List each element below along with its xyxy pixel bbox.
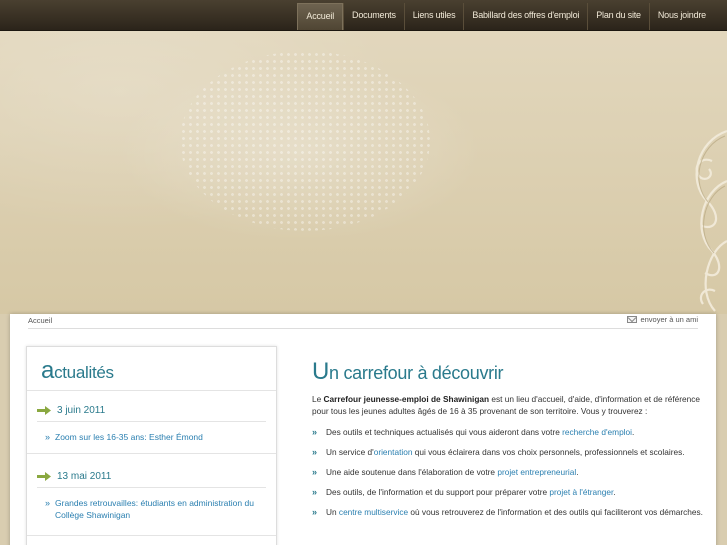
list-item-text: qui vous éclairera dans vos choix person… — [412, 447, 685, 457]
hero-banner — [0, 31, 727, 314]
send-to-friend-label: envoyer à un ami — [640, 315, 698, 324]
list-item: » Un centre multiservice où vous retrouv… — [312, 506, 707, 518]
news-title-initial: a — [41, 357, 55, 384]
bullet-chevron-icon: » — [45, 432, 51, 442]
recherche-emploi-link[interactable]: recherche d'emploi — [562, 427, 632, 437]
main-title-rest: n carrefour à découvrir — [329, 363, 504, 383]
double-chevron-icon: » — [312, 507, 318, 517]
main-title: Un carrefour à découvrir — [312, 358, 504, 386]
nav-item-nous-joindre[interactable]: Nous joindre — [648, 3, 714, 30]
news-link-text: Grandes retrouvailles: étudiants en admi… — [55, 498, 254, 520]
main-title-initial: U — [312, 358, 330, 385]
news-divider — [27, 453, 276, 454]
double-chevron-icon: » — [312, 487, 318, 497]
list-item: » Un service d'orientation qui vous écla… — [312, 446, 707, 458]
nav-item-documents[interactable]: Documents — [343, 3, 404, 30]
news-date: 3 juin 2011 — [37, 405, 105, 416]
list-item-text: Un — [326, 507, 339, 517]
list-item-text: Des outils, de l'information et du suppo… — [326, 487, 550, 497]
nav-item-accueil[interactable]: Accueil — [297, 3, 344, 30]
intro-bold: Carrefour jeunesse-emploi de Shawinigan — [323, 394, 490, 404]
news-divider — [37, 421, 266, 422]
hero-dot-pattern — [180, 51, 430, 231]
news-link-text: Zoom sur les 16-35 ans: Esther Émond — [55, 432, 203, 442]
content-panel: Accueil envoyer à un ami actualités 3 ju… — [10, 314, 716, 545]
projet-entrepreneurial-link[interactable]: projet entrepreneurial — [497, 467, 576, 477]
news-title-rest: ctualités — [54, 363, 114, 382]
green-arrow-icon — [37, 406, 51, 415]
send-to-friend-link[interactable]: envoyer à un ami — [627, 315, 698, 324]
list-item-text: Une aide soutenue dans l'élaboration de … — [326, 467, 498, 477]
list-item-text: Des outils et techniques actualisés qui … — [326, 427, 563, 437]
news-box: actualités 3 juin 2011 » Zoom sur les 16… — [26, 346, 277, 545]
double-chevron-icon: » — [312, 467, 318, 477]
bullet-chevron-icon: » — [45, 498, 51, 508]
nav-item-babillard[interactable]: Babillard des offres d'emploi — [463, 3, 587, 30]
nav-item-plan-du-site[interactable]: Plan du site — [587, 3, 649, 30]
list-item: » Une aide soutenue dans l'élaboration d… — [312, 466, 707, 478]
news-link[interactable]: » Zoom sur les 16-35 ans: Esther Émond — [45, 431, 270, 443]
list-item-text: . — [613, 487, 616, 497]
list-item-text: Un service d' — [326, 447, 374, 457]
projet-etranger-link[interactable]: projet à l'étranger — [549, 487, 613, 497]
intro-paragraph: Le Carrefour jeunesse-emploi de Shawinig… — [312, 393, 707, 417]
double-chevron-icon: » — [312, 447, 318, 457]
list-item-text: . — [631, 427, 635, 437]
news-date-text: 13 mai 2011 — [57, 471, 112, 482]
main-nav: Accueil Documents Liens utiles Babillard… — [297, 3, 714, 30]
intro-pre: Le — [312, 394, 324, 404]
list-item-text: où vous retrouverez de l'information et … — [408, 507, 703, 517]
envelope-icon — [627, 316, 638, 323]
news-date: 13 mai 2011 — [37, 471, 111, 482]
news-divider — [27, 535, 276, 536]
nav-item-liens-utiles[interactable]: Liens utiles — [403, 3, 464, 30]
double-chevron-icon: » — [312, 427, 318, 437]
green-arrow-icon — [37, 472, 51, 481]
news-link[interactable]: » Grandes retrouvailles: étudiants en ad… — [45, 497, 270, 521]
top-navigation-bar: Accueil Documents Liens utiles Babillard… — [0, 0, 727, 31]
list-item: » Des outils et techniques actualisés qu… — [312, 426, 707, 438]
news-divider — [37, 487, 266, 488]
list-item-text: . — [576, 467, 579, 477]
orientation-link[interactable]: orientation — [374, 447, 413, 457]
news-divider — [27, 390, 276, 391]
floral-swirl-ornament — [695, 129, 727, 312]
breadcrumb[interactable]: Accueil — [28, 316, 52, 325]
breadcrumb-divider — [28, 328, 698, 329]
list-item: » Des outils, de l'information et du sup… — [312, 486, 707, 498]
news-title: actualités — [41, 357, 114, 385]
news-date-text: 3 juin 2011 — [57, 405, 106, 416]
centre-multiservice-link[interactable]: centre multiservice — [339, 507, 408, 517]
